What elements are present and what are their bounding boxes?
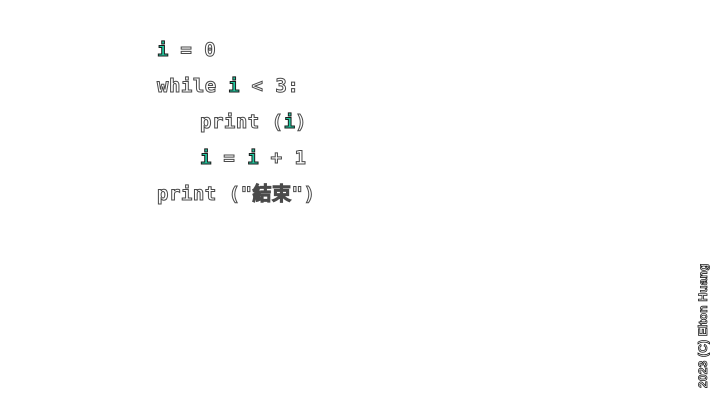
print-call: print ( — [200, 111, 284, 134]
increment: + 1 — [258, 147, 307, 170]
code-line-4: i = i + 1 — [157, 144, 315, 180]
copyright-notice: 2023 (C) Elton Huang — [696, 263, 711, 388]
code-line-5: print ("結束") — [156, 180, 316, 216]
code-line-2: while i < 3: — [157, 72, 315, 108]
code-line-1: i = 0 — [156, 36, 315, 72]
code-line-3: print (i) — [157, 108, 315, 144]
assign-op: = — [211, 147, 248, 170]
assign-zero: = 0 — [168, 39, 217, 62]
variable-i: i — [283, 111, 296, 134]
variable-i: i — [199, 147, 212, 170]
variable-i: i — [247, 147, 259, 170]
condition: < 3: — [239, 75, 300, 98]
close-paren: ) — [295, 111, 307, 134]
keyword-while: while — [157, 75, 217, 98]
code-block: i = 0 while i < 3: print (i) i = i + 1 p… — [156, 36, 316, 216]
variable-i: i — [228, 75, 240, 98]
variable-i: i — [156, 39, 169, 62]
print-end-statement: print ("結束") — [156, 183, 316, 206]
